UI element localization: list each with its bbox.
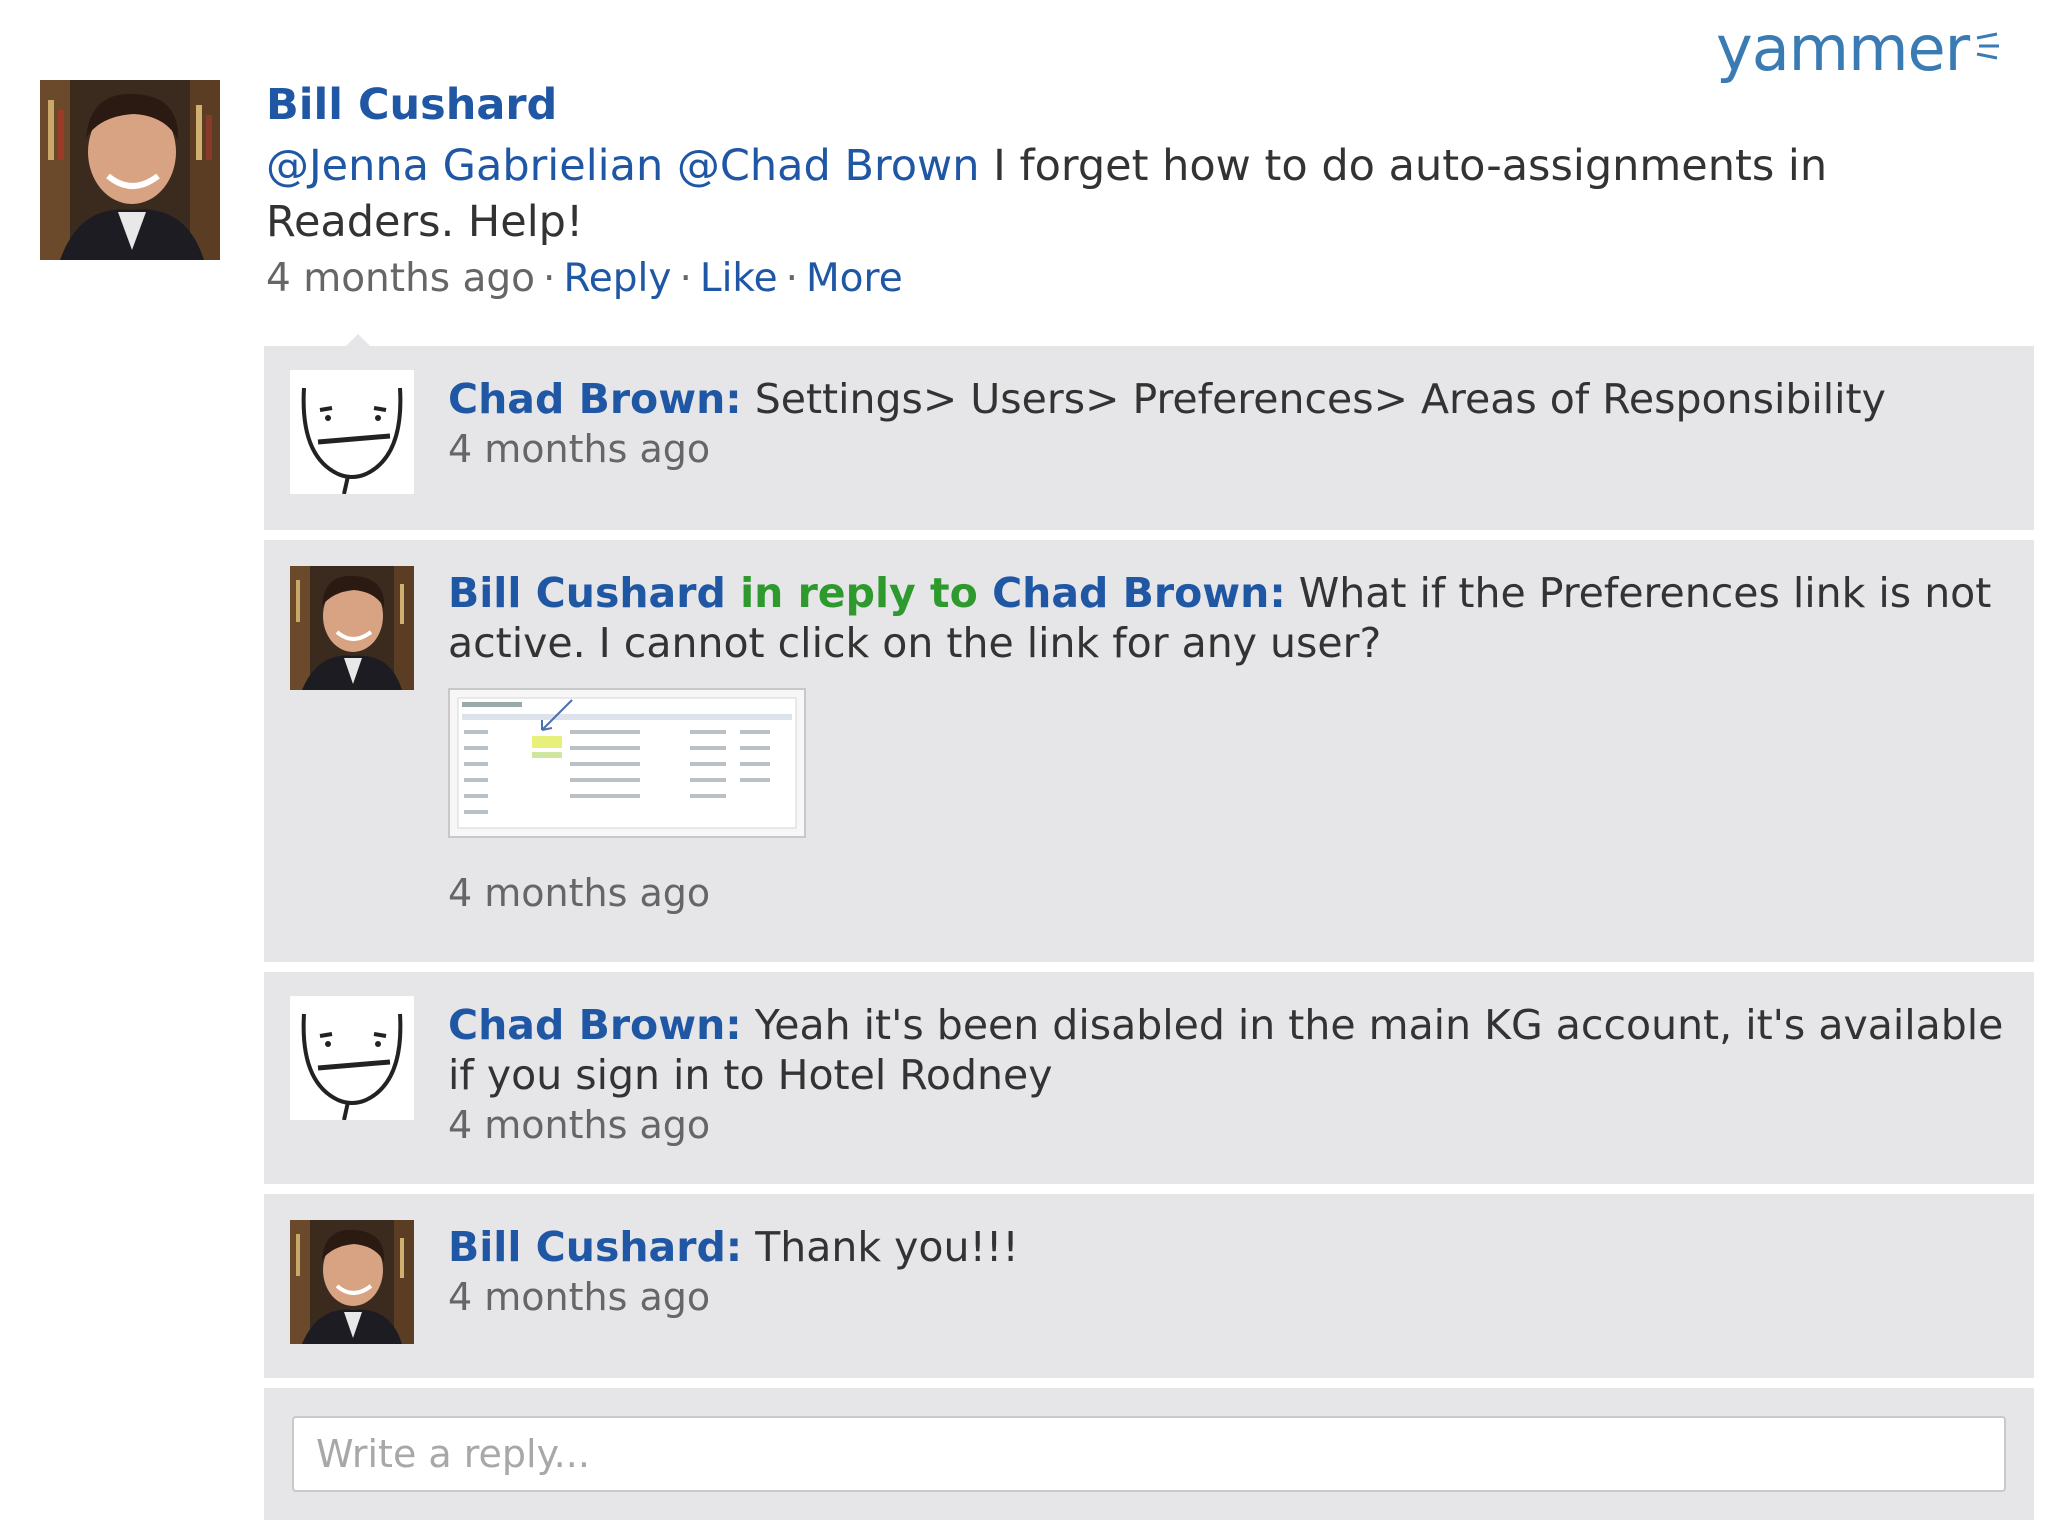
meta-separator: · xyxy=(679,256,692,301)
bill-cushard-photo-avatar xyxy=(40,80,220,260)
post-timestamp[interactable]: 4 months ago xyxy=(266,256,535,301)
screenshot-attachment[interactable] xyxy=(448,688,806,838)
bill-cushard-avatar[interactable] xyxy=(40,80,220,260)
in-reply-to-label[interactable]: in reply to xyxy=(726,569,992,617)
post-meta: 4 months ago · Reply · Like · More xyxy=(266,256,903,301)
meta-separator: · xyxy=(543,256,556,301)
mention-chad-brown[interactable]: @Chad Brown xyxy=(677,141,980,191)
reply-body: Chad Brown: Yeah it's been disabled in t… xyxy=(448,1000,2008,1150)
reply-item: Chad Brown: Settings> Users> Preferences… xyxy=(264,346,2034,530)
reply-author-name[interactable]: Chad Brown: xyxy=(448,1001,742,1049)
reply-body: Bill Cushard in reply to Chad Brown: Wha… xyxy=(448,568,2008,668)
bill-cushard-avatar[interactable] xyxy=(290,1220,414,1344)
post-body: @Jenna Gabrielian @Chad Brown I forget h… xyxy=(266,138,2006,250)
reply-timestamp[interactable]: 4 months ago xyxy=(448,868,710,918)
reply-composer xyxy=(264,1388,2034,1520)
screenshot-thumbnail xyxy=(450,690,804,836)
yammer-logo-text: yammer xyxy=(1716,12,1970,85)
reply-item: Bill Cushard in reply to Chad Brown: Wha… xyxy=(264,540,2034,962)
post-author-name[interactable]: Bill Cushard xyxy=(266,80,557,130)
reply-item: Chad Brown: Yeah it's been disabled in t… xyxy=(264,972,2034,1184)
like-link[interactable]: Like xyxy=(700,256,778,301)
bill-cushard-photo-avatar xyxy=(290,566,414,690)
bill-cushard-avatar[interactable] xyxy=(290,566,414,690)
reply-timestamp[interactable]: 4 months ago xyxy=(448,1272,2008,1322)
yammer-logo[interactable]: yammer xyxy=(1716,18,2000,80)
reply-text: Thank you!!! xyxy=(742,1223,1019,1271)
mention-jenna-gabrielian[interactable]: @Jenna Gabrielian xyxy=(266,141,663,191)
reply-input[interactable] xyxy=(292,1416,2006,1492)
meta-separator: · xyxy=(785,256,799,301)
more-link[interactable]: More xyxy=(806,256,903,301)
yammer-waves-icon xyxy=(1976,32,2000,60)
reply-author-name[interactable]: Chad Brown: xyxy=(448,375,742,423)
chad-brown-avatar[interactable] xyxy=(290,996,414,1120)
chad-brown-poker-face-avatar xyxy=(290,996,414,1120)
reply-item: Bill Cushard: Thank you!!! 4 months ago xyxy=(264,1194,2034,1378)
reply-author-name[interactable]: Bill Cushard xyxy=(448,569,726,617)
reply-body: Chad Brown: Settings> Users> Preferences… xyxy=(448,374,2008,474)
reply-target-name[interactable]: Chad Brown: xyxy=(992,569,1286,617)
bill-cushard-photo-avatar xyxy=(290,1220,414,1344)
chad-brown-poker-face-avatar xyxy=(290,370,414,494)
reply-author-name[interactable]: Bill Cushard: xyxy=(448,1223,742,1271)
chad-brown-avatar[interactable] xyxy=(290,370,414,494)
reply-timestamp[interactable]: 4 months ago xyxy=(448,424,2008,474)
reply-timestamp[interactable]: 4 months ago xyxy=(448,1100,2008,1150)
reply-thread: Chad Brown: Settings> Users> Preferences… xyxy=(264,334,2034,1526)
reply-text: Settings> Users> Preferences> Areas of R… xyxy=(741,375,1886,423)
reply-link[interactable]: Reply xyxy=(563,256,671,301)
reply-body: Bill Cushard: Thank you!!! 4 months ago xyxy=(448,1222,2008,1322)
